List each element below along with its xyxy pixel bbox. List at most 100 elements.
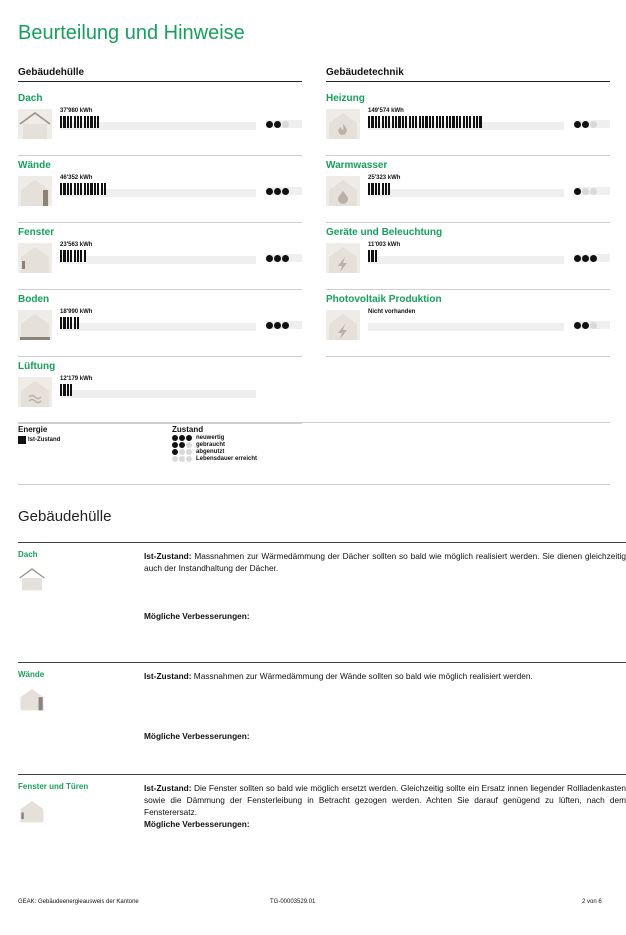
energy-item: Heizung 149'574 kWh xyxy=(326,93,610,156)
energy-bar-segment xyxy=(80,116,83,128)
item-label: Photovoltaik Produktion xyxy=(326,294,442,305)
energy-bar-segment xyxy=(76,183,80,195)
energy-bar-segment xyxy=(374,183,377,195)
energy-bar-segment xyxy=(381,116,384,128)
energy-bar-segment xyxy=(73,317,76,329)
energy-bar-segment xyxy=(405,116,408,128)
energy-bar-segment xyxy=(472,116,475,128)
legend-state-label: Lebensdauer erreicht xyxy=(196,456,258,462)
energy-bar-segment xyxy=(70,116,73,128)
energy-bar-track xyxy=(60,390,256,398)
item-label: Fenster xyxy=(18,227,55,238)
energy-bar-segment xyxy=(60,183,63,195)
energy-bar-segment xyxy=(93,116,96,128)
roof-icon xyxy=(18,565,46,593)
state-dot-empty xyxy=(590,187,597,195)
section-name: Wände xyxy=(18,670,45,679)
section-status: Ist-Zustand: Massnahmen zur Wärmedämmung… xyxy=(144,670,626,682)
state-indicator xyxy=(266,254,302,262)
status-text: Massnahmen zur Wärmedämmung der Dächer s… xyxy=(144,551,626,573)
legend-state: Zustand neuwertig gebraucht abgenutzt Leben… xyxy=(172,425,257,462)
energy-bar-segment xyxy=(76,116,80,128)
energy-bar xyxy=(60,116,100,128)
legend-energy-label: Ist-Zustand xyxy=(28,437,61,443)
item-divider xyxy=(18,222,302,223)
energy-bar-segment xyxy=(73,250,76,262)
energy-bar-segment xyxy=(455,116,458,128)
energy-bar-segment xyxy=(371,183,374,195)
legend-energy: Energie Ist-Zustand xyxy=(18,425,60,444)
energy-bar-segment xyxy=(391,116,394,128)
state-dot-empty xyxy=(582,187,589,195)
energy-bar-segment xyxy=(83,116,86,128)
state-dot-filled xyxy=(179,442,185,448)
item-divider xyxy=(18,289,302,290)
energy-bar-segment xyxy=(384,183,388,195)
energy-bar-segment xyxy=(97,183,100,195)
energy-value: 46'352 kWh xyxy=(60,175,93,181)
item-label: Warmwasser xyxy=(326,160,388,171)
roof-icon xyxy=(18,109,52,139)
energy-bar-segment xyxy=(60,384,63,396)
item-label: Geräte und Beleuchtung xyxy=(326,227,443,238)
state-dot-filled xyxy=(172,442,178,448)
energy-bar xyxy=(60,183,107,195)
status-label: Ist-Zustand: xyxy=(144,671,192,681)
energy-bar-segment xyxy=(368,250,371,262)
section-name: Fenster und Türen xyxy=(18,782,89,791)
state-indicator xyxy=(266,187,302,195)
energy-bar-segment xyxy=(408,116,411,128)
state-dot-filled xyxy=(172,435,178,441)
state-indicator xyxy=(574,321,610,329)
energy-bar xyxy=(368,250,377,262)
flame-icon xyxy=(326,109,360,139)
energy-bar-segment xyxy=(63,250,66,262)
energy-bar-segment xyxy=(70,250,73,262)
left-column-heading: Gebäudehülle xyxy=(18,67,85,78)
state-dot-empty xyxy=(179,449,185,455)
legend-state-row: Lebensdauer erreicht xyxy=(172,456,257,462)
legend-state-row: neuwertig xyxy=(172,435,257,441)
energy-bar-segment xyxy=(418,116,421,128)
item-label: Boden xyxy=(18,294,50,305)
state-dot-empty xyxy=(172,456,178,462)
state-dot-empty xyxy=(186,456,192,462)
energy-bar-segment xyxy=(63,183,66,195)
state-dot-empty xyxy=(179,456,185,462)
energy-bar-segment xyxy=(479,116,482,128)
energy-bar-segment xyxy=(80,183,83,195)
energy-bar-segment xyxy=(388,183,391,195)
lightning-icon xyxy=(326,243,360,273)
energy-bar-segment xyxy=(368,183,371,195)
energy-item: Dach 37'980 kWh xyxy=(18,93,302,156)
energy-bar-segment xyxy=(469,116,472,128)
item-divider xyxy=(326,222,610,223)
section-rule xyxy=(18,662,626,663)
energy-bar-track xyxy=(60,256,256,264)
state-dot-filled xyxy=(582,120,589,128)
state-dot-empty xyxy=(186,442,192,448)
legend-energy-title: Energie xyxy=(18,425,48,434)
state-dot-empty xyxy=(282,120,289,128)
item-divider xyxy=(18,423,302,424)
energy-bar-segment xyxy=(76,317,80,329)
legend-bottom-rule xyxy=(18,484,610,485)
energy-bar-segment xyxy=(66,183,69,195)
energy-bar-segment xyxy=(395,116,398,128)
energy-bar xyxy=(60,250,86,262)
left-heading-rule xyxy=(18,81,302,82)
legend-state-row: gebraucht xyxy=(172,442,257,448)
item-label: Heizung xyxy=(326,93,365,104)
energy-item: Warmwasser 25'323 kWh xyxy=(326,160,610,223)
status-label: Ist-Zustand: xyxy=(144,551,192,561)
item-divider xyxy=(18,155,302,156)
state-dot-filled xyxy=(266,321,273,329)
energy-bar-segment xyxy=(368,116,371,128)
window-icon xyxy=(18,797,46,825)
lightning-icon xyxy=(326,310,360,340)
section-improvements: Mögliche Verbesserungen: xyxy=(144,819,250,829)
energy-bar-segment xyxy=(371,116,374,128)
energy-bar-segment xyxy=(63,116,66,128)
right-column-heading: Gebäudetechnik xyxy=(326,67,404,78)
energy-bar-segment xyxy=(401,116,404,128)
